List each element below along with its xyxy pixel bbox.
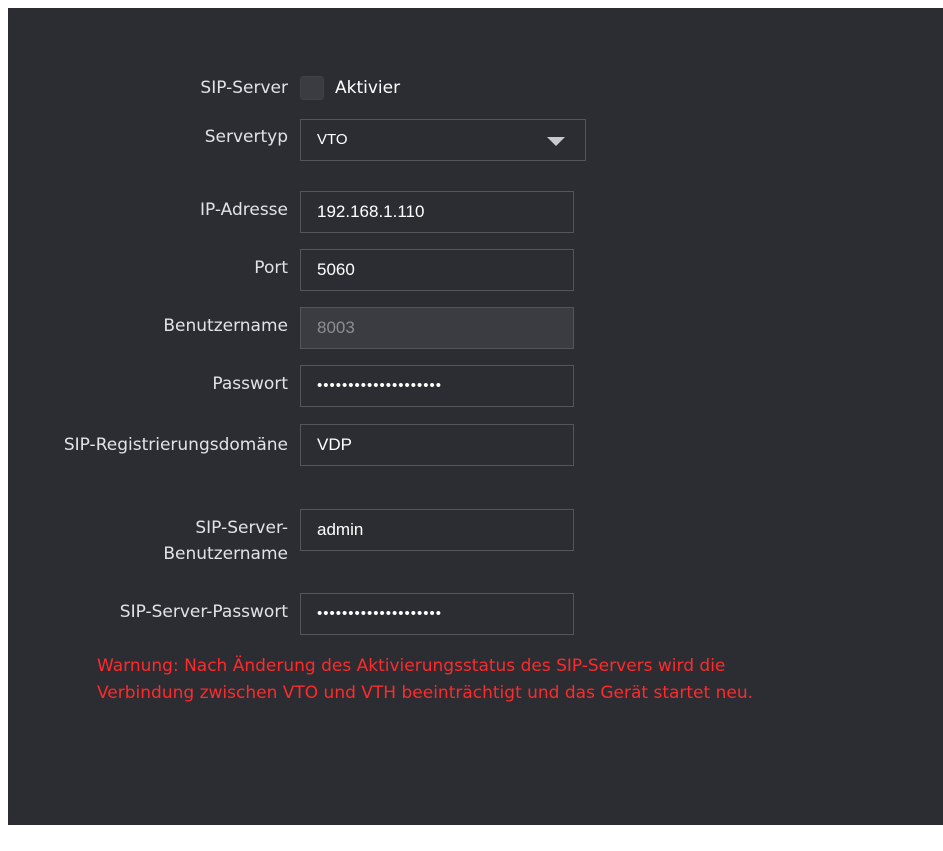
chevron-down-icon (547, 137, 565, 146)
sip-settings-panel: SIP-Server Aktivier Servertyp VTO IP-Adr… (8, 8, 943, 825)
username-field: 8003 (300, 307, 574, 349)
sip-server-enable-checkbox[interactable] (300, 76, 324, 100)
server-password-field[interactable]: •••••••••••••••••••• (300, 593, 574, 635)
server-password-label: SIP-Server-Passwort (119, 602, 288, 622)
sip-server-label: SIP-Server (200, 78, 288, 98)
server-type-value: VTO (317, 131, 348, 148)
username-label: Benutzername (163, 316, 288, 336)
server-username-label: SIP-Server-Benutzername (163, 518, 288, 564)
password-field[interactable]: •••••••••••••••••••• (300, 365, 574, 407)
registration-domain-field[interactable]: VDP (300, 424, 574, 466)
port-label: Port (254, 258, 288, 278)
server-type-label: Servertyp (204, 127, 288, 147)
warning-message: Warnung: Nach Änderung des Aktivierungss… (97, 656, 753, 703)
port-field[interactable]: 5060 (300, 249, 574, 291)
ip-address-label: IP-Adresse (199, 200, 288, 220)
registration-domain-label: SIP-Registrierungsdomäne (63, 435, 288, 455)
ip-address-field[interactable]: 192.168.1.110 (300, 191, 574, 233)
server-type-select[interactable]: VTO (300, 119, 586, 161)
password-label: Passwort (212, 374, 288, 394)
server-username-field[interactable]: admin (300, 509, 574, 551)
sip-server-enable-label[interactable]: Aktivier (335, 76, 400, 100)
